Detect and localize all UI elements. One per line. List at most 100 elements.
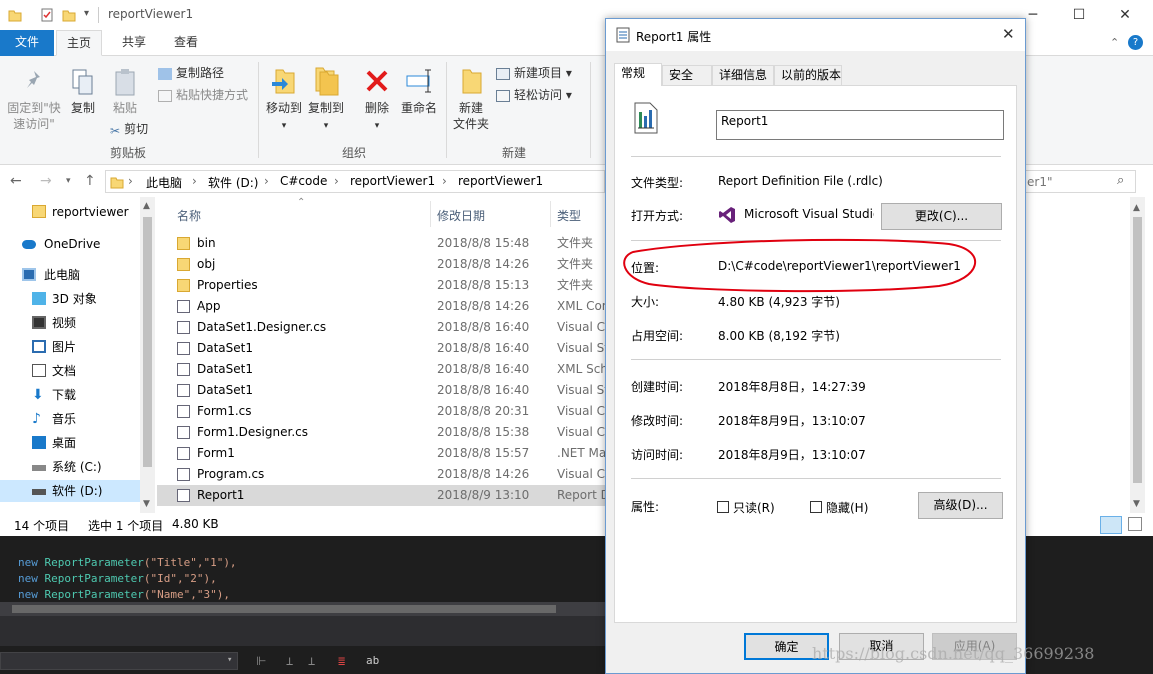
recent-locations-icon[interactable]: ▾	[66, 176, 71, 186]
table-row[interactable]: Report1 2018/8/9 13:10 Report Definition	[157, 485, 617, 506]
toolbar-icon[interactable]: ≣	[338, 654, 345, 668]
tab-general[interactable]: 常规	[614, 63, 662, 86]
new-item-button[interactable]: 新建项目 ▾	[496, 64, 572, 81]
nav-item-3d-objects[interactable]: 3D 对象	[0, 288, 140, 310]
table-row[interactable]: obj 2018/8/8 14:26 文件夹	[157, 254, 617, 275]
scroll-up-icon[interactable]: ▲	[1133, 203, 1140, 213]
file-name-input[interactable]: Report1	[716, 110, 1004, 140]
nav-item-onedrive[interactable]: OneDrive	[0, 233, 140, 255]
folder-icon	[8, 10, 22, 22]
scroll-down-icon[interactable]: ▼	[143, 499, 150, 509]
report-file-icon	[634, 102, 658, 134]
change-button[interactable]: 更改(C)...	[881, 203, 1002, 230]
search-input[interactable]: er1" ⌕	[1020, 170, 1136, 193]
paste-label: 粘贴	[112, 101, 137, 115]
code-line: new ReportParameter("Id","2"),	[18, 572, 217, 585]
table-row[interactable]: App 2018/8/8 14:26 XML Configuration	[157, 296, 617, 317]
cut-button[interactable]: ✂ 剪切	[110, 120, 148, 138]
breadcrumb-reportviewer1[interactable]: reportViewer1	[350, 174, 435, 188]
new-folder-button[interactable]: 新建 文件夹	[450, 64, 492, 132]
easy-access-button[interactable]: 轻松访问 ▾	[496, 86, 572, 103]
breadcrumb-reportviewer1-sub[interactable]: reportViewer1	[458, 174, 543, 188]
file-list-scrollbar[interactable]: ▲ ▼	[1130, 197, 1145, 513]
tab-home[interactable]: 主页	[56, 30, 103, 56]
back-arrow-icon[interactable]: ←	[10, 173, 22, 189]
copy-to-button[interactable]: 复制到 ▾	[306, 64, 346, 134]
editor-dropdown[interactable]: ▾	[0, 652, 238, 670]
nav-item-videos[interactable]: 视频	[0, 312, 140, 334]
scroll-up-icon[interactable]: ▲	[143, 201, 150, 211]
pin-quick-access-button[interactable]: 固定到"快 速访问"	[6, 68, 62, 132]
paste-shortcut-button[interactable]: 粘贴快捷方式	[158, 86, 248, 103]
hidden-checkbox[interactable]	[810, 501, 822, 513]
details-view-icon[interactable]	[1100, 516, 1122, 534]
column-divider[interactable]	[550, 201, 551, 227]
column-header-date[interactable]: 修改日期	[437, 207, 485, 224]
table-row[interactable]: Form1 2018/8/8 15:57 .NET Managed	[157, 443, 617, 464]
close-icon[interactable]: ✕	[1002, 25, 1015, 43]
table-row[interactable]: DataSet1 2018/8/8 16:40 Visual Studio	[157, 338, 617, 359]
table-row[interactable]: Form1.cs 2018/8/8 20:31 Visual C#	[157, 401, 617, 422]
table-row[interactable]: DataSet1 2018/8/8 16:40 XML Schema	[157, 359, 617, 380]
toolbar-icon[interactable]: ⊥	[308, 654, 315, 668]
copy-button[interactable]: 复制	[66, 68, 100, 116]
paste-button[interactable]: 粘贴	[106, 68, 144, 116]
advanced-button[interactable]: 高级(D)...	[918, 492, 1003, 519]
breadcrumb-csharp-code[interactable]: C#code	[280, 174, 327, 188]
column-header-type[interactable]: 类型	[557, 207, 581, 224]
nav-item-this-pc[interactable]: 此电脑	[0, 264, 140, 286]
nav-item-pictures[interactable]: 图片	[0, 336, 140, 358]
tab-previous-versions[interactable]: 以前的版本	[774, 65, 842, 85]
large-icons-view-icon[interactable]	[1128, 517, 1142, 531]
file-icon	[177, 468, 190, 481]
properties-icon[interactable]	[40, 8, 54, 22]
tab-view[interactable]: 查看	[164, 30, 208, 56]
scrollbar-thumb[interactable]	[1133, 217, 1142, 483]
rename-button[interactable]: 重命名	[398, 64, 440, 116]
editor-horizontal-scrollbar[interactable]	[0, 602, 605, 616]
nav-item-drive-c[interactable]: 系统 (C:)	[0, 456, 140, 478]
toolbar-icon[interactable]: ⊩	[256, 654, 266, 668]
scrollbar-thumb[interactable]	[143, 217, 152, 467]
nav-item-desktop[interactable]: 桌面	[0, 432, 140, 454]
table-row[interactable]: DataSet1 2018/8/8 16:40 Visual Studio	[157, 380, 617, 401]
forward-arrow-icon[interactable]: →	[40, 173, 52, 189]
breadcrumb-drive-d[interactable]: 软件 (D:)	[208, 174, 258, 191]
tab-details[interactable]: 详细信息	[712, 65, 774, 85]
address-bar[interactable]: › 此电脑 › 软件 (D:) › C#code › reportViewer1…	[105, 170, 605, 193]
table-row[interactable]: Properties 2018/8/8 15:13 文件夹	[157, 275, 617, 296]
scroll-down-icon[interactable]: ▼	[1133, 499, 1140, 509]
maximize-button[interactable]: ☐	[1056, 0, 1102, 30]
toolbar-icon[interactable]: ⊥	[286, 654, 293, 668]
close-window-button[interactable]: ✕	[1102, 0, 1148, 30]
table-row[interactable]: bin 2018/8/8 15:48 文件夹	[157, 233, 617, 254]
new-folder-icon[interactable]	[62, 8, 76, 22]
delete-button[interactable]: 删除 ▾	[360, 64, 394, 134]
column-divider[interactable]	[430, 201, 431, 227]
nav-scrollbar[interactable]: ▲ ▼	[140, 197, 155, 513]
search-icon[interactable]: ⌕	[1117, 173, 1124, 188]
quick-access-dropdown[interactable]: ▾	[84, 8, 89, 19]
nav-item-music[interactable]: ♪ 音乐	[0, 408, 140, 430]
nav-item-documents[interactable]: 文档	[0, 360, 140, 382]
readonly-checkbox[interactable]	[717, 501, 729, 513]
help-icon[interactable]: ?	[1128, 35, 1143, 50]
up-arrow-icon[interactable]: ↑	[84, 173, 96, 189]
tab-share[interactable]: 共享	[112, 30, 156, 56]
column-header-name[interactable]: 名称	[177, 207, 201, 224]
scrollbar-thumb[interactable]	[12, 605, 556, 613]
copy-path-button[interactable]: 复制路径	[158, 64, 224, 81]
table-row[interactable]: DataSet1.Designer.cs 2018/8/8 16:40 Visual…	[157, 317, 617, 338]
tab-file[interactable]: 文件	[0, 30, 54, 56]
breadcrumb-separator: ›	[442, 174, 447, 188]
tab-security[interactable]: 安全	[662, 65, 712, 85]
nav-item-drive-d[interactable]: 软件 (D:)	[0, 480, 140, 502]
nav-item-reportviewer[interactable]: reportviewer	[0, 201, 140, 223]
move-to-button[interactable]: 移动到 ▾	[264, 64, 304, 134]
collapse-ribbon-icon[interactable]: ⌃	[1110, 36, 1119, 49]
table-row[interactable]: Form1.Designer.cs 2018/8/8 15:38 Visual C#	[157, 422, 617, 443]
nav-item-downloads[interactable]: ⬇ 下载	[0, 384, 140, 406]
breadcrumb-this-pc[interactable]: 此电脑	[146, 174, 182, 191]
table-row[interactable]: Program.cs 2018/8/8 14:26 Visual C#	[157, 464, 617, 485]
toolbar-icon[interactable]: ab	[366, 654, 379, 667]
